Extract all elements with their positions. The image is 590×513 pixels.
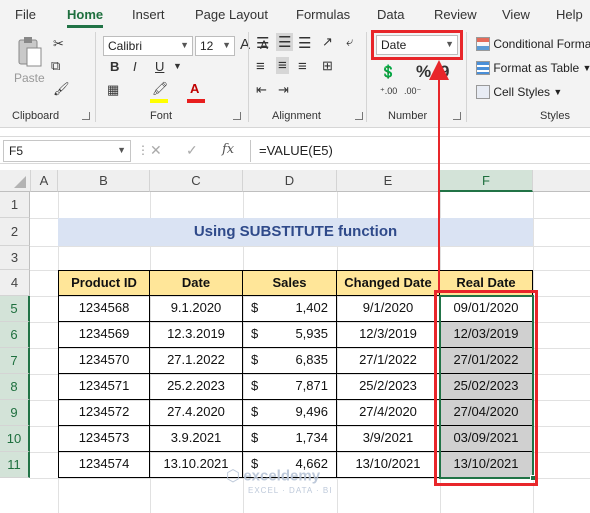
annotation-arrow bbox=[429, 60, 449, 292]
